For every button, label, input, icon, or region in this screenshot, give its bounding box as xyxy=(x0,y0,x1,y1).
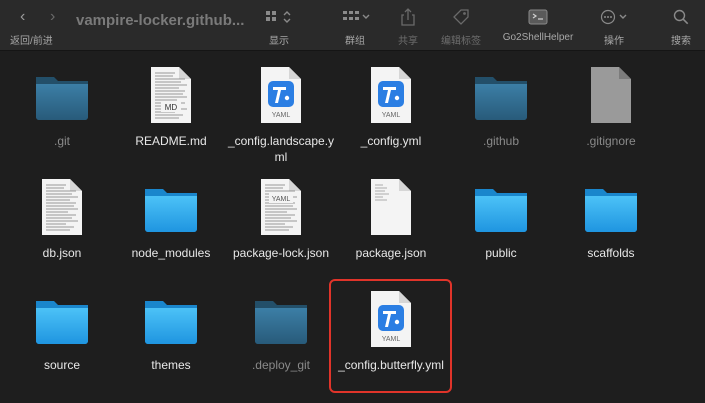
search-icon xyxy=(661,8,701,26)
folder-item[interactable]: themes xyxy=(116,275,226,387)
group-label: 群组 xyxy=(345,36,365,47)
file-name: scaffolds xyxy=(587,246,635,260)
yaml-file-icon: YAML xyxy=(361,65,421,125)
back-forward-label: 返回/前进 xyxy=(10,36,53,47)
back-forward-control[interactable]: ‹ › 返回/前进 xyxy=(10,6,70,47)
chevron-right-icon[interactable]: › xyxy=(50,8,55,26)
file-name: package.json xyxy=(355,246,427,260)
hidden-folder-icon xyxy=(251,289,311,349)
file-name: .gitignore xyxy=(586,134,636,148)
folder-item[interactable]: .deploy_git xyxy=(226,275,336,387)
file-name: node_modules xyxy=(131,246,211,260)
search-label: 搜索 xyxy=(671,36,691,47)
finder-toolbar: ‹ › 返回/前进 vampire-locker.github... 显示 群组… xyxy=(0,0,705,51)
action-button[interactable]: 操作 xyxy=(594,6,634,47)
file-name: themes xyxy=(151,358,191,372)
edit-tags-button[interactable]: 编辑标签 xyxy=(436,6,486,47)
file-badge: YAML xyxy=(272,196,291,203)
file-item[interactable]: YAML package-lock.json xyxy=(226,163,336,275)
file-name: source xyxy=(43,358,81,372)
file-name: package-lock.json xyxy=(232,246,330,260)
text-document-icon: YAML xyxy=(251,177,311,237)
text-document-icon xyxy=(361,177,421,237)
folder-item[interactable]: public xyxy=(446,163,556,275)
yaml-file-icon: YAML xyxy=(251,65,311,125)
action-label: 操作 xyxy=(604,36,624,47)
share-icon xyxy=(388,8,428,26)
search-button[interactable]: 搜索 xyxy=(661,6,701,47)
markdown-file-icon: MD xyxy=(141,65,201,125)
file-name: .github xyxy=(482,134,520,148)
file-item[interactable]: .gitignore xyxy=(556,51,666,163)
chevron-left-icon[interactable]: ‹ xyxy=(20,8,25,26)
folder-icon xyxy=(581,177,641,237)
folder-item[interactable]: node_modules xyxy=(116,163,226,275)
hidden-document-icon xyxy=(581,65,641,125)
group-icon xyxy=(335,8,375,26)
selection-highlight xyxy=(329,279,452,393)
file-name: README.md xyxy=(135,134,207,148)
share-label: 共享 xyxy=(398,36,418,47)
folder-icon xyxy=(32,289,92,349)
terminal-icon xyxy=(495,8,581,26)
file-item[interactable]: package.json xyxy=(336,163,446,275)
text-document-icon xyxy=(32,177,92,237)
group-button[interactable]: 群组 xyxy=(335,6,375,47)
file-item[interactable]: YAML _config.yml xyxy=(336,51,446,163)
file-badge: MD xyxy=(165,103,178,112)
tag-icon xyxy=(436,8,486,26)
file-item[interactable]: MD README.md xyxy=(116,51,226,163)
file-name: _config.landscape.yml xyxy=(227,134,335,164)
hidden-folder-icon xyxy=(32,65,92,125)
window-title: vampire-locker.github... xyxy=(76,12,245,29)
file-badge: YAML xyxy=(382,112,401,119)
folder-icon xyxy=(141,289,201,349)
view-button[interactable]: 显示 xyxy=(259,6,299,47)
view-label: 显示 xyxy=(269,36,289,47)
file-item[interactable]: YAML _config.landscape.yml xyxy=(226,51,336,164)
go2shell-button[interactable]: Go2ShellHelper xyxy=(495,6,581,46)
go2shell-label: Go2ShellHelper xyxy=(502,32,574,43)
folder-item[interactable]: .git xyxy=(7,51,117,163)
edit-tags-label: 编辑标签 xyxy=(441,36,481,47)
file-name: .deploy_git xyxy=(251,358,311,372)
folder-icon xyxy=(471,177,531,237)
file-name: db.json xyxy=(42,246,82,260)
hidden-folder-icon xyxy=(471,65,531,125)
folder-icon xyxy=(141,177,201,237)
file-name: _config.yml xyxy=(360,134,422,148)
file-name: public xyxy=(485,246,517,260)
share-button[interactable]: 共享 xyxy=(388,6,428,47)
more-options-icon xyxy=(594,8,634,26)
file-badge: YAML xyxy=(272,112,291,119)
folder-item[interactable]: scaffolds xyxy=(556,163,666,275)
file-name: .git xyxy=(53,134,70,148)
grid-view-icon xyxy=(259,8,299,26)
file-item[interactable]: db.json xyxy=(7,163,117,275)
folder-item[interactable]: .github xyxy=(446,51,556,163)
folder-item[interactable]: source xyxy=(7,275,117,387)
